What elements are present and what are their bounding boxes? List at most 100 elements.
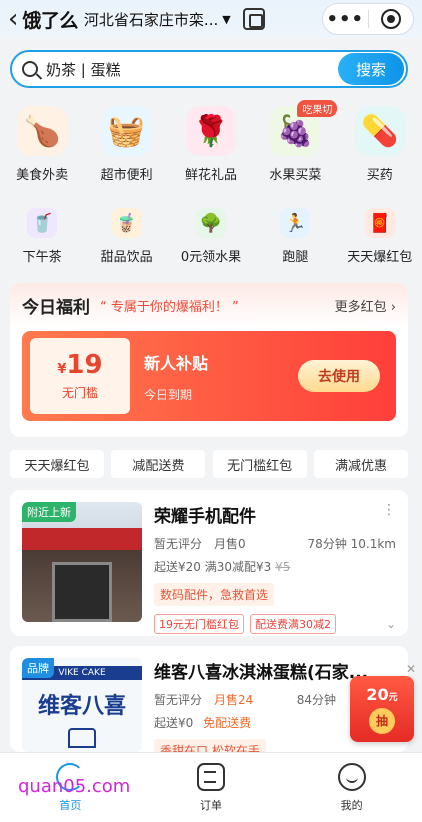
welfare-title: 今日福利 [22,297,90,318]
shop-delivery-fee: 免配送费 [203,716,252,730]
category-icon: 🏃 [280,208,311,238]
search-icon [22,61,38,77]
shop-card[interactable]: 附近上新 荣耀手机配件 ⋮ 暂无评分 月售0 78分钟 10.1km 起送¥20… [10,490,408,636]
filter-chips: 天天爆红包 减配送费 无门槛红包 满减优惠 [10,450,408,478]
shop-photo: 附近上新 [22,502,142,622]
shop-photo: 品牌 VIKE CAKE 维客八喜 [22,658,142,752]
category-label: 水果买菜 [269,168,322,183]
coupon-details: 新人补贴 今日到期 [144,350,208,403]
welfare-subtitle: “ 专属于你的爆福利！ ” [100,299,239,315]
caret-down-icon[interactable]: ▼ [222,13,230,26]
nav-label: 我的 [340,799,363,812]
watermark: quan05.com [18,776,131,797]
storefront-sign [22,528,142,550]
category-icon: 🌳 [195,208,226,238]
use-coupon-button[interactable]: 去使用 [298,360,380,392]
category-label: 天天爆红包 [347,250,413,265]
shop-rating: 暂无评分 [154,537,203,551]
category-label: 买药 [366,168,393,183]
filter-chip[interactable]: 天天爆红包 [10,450,104,478]
packet-unit: 元 [388,692,398,703]
shop-delivery-fee: 满30减配¥3 [204,560,272,574]
coupon-amount: 19 [66,349,103,380]
category-item[interactable]: 🧧 天天爆红包 [338,208,422,265]
category-icon: 🥤 [27,208,58,238]
category-icon: 🧺 [101,106,152,156]
category-icon: 🍗 [17,106,68,156]
mini-program-capsule: ••• [322,3,414,35]
order-icon [196,763,225,791]
close-miniapp-button[interactable] [368,9,413,29]
draw-button[interactable]: 抽 [369,707,395,734]
shop-min-order: 起送¥20 [154,560,201,574]
brand-logo-text: 维客八喜 [37,694,126,719]
close-icon[interactable]: ✕ [406,662,416,676]
coupon-name: 新人补贴 [144,353,209,373]
shop-min-order: 起送¥0 [154,716,194,730]
filter-chip[interactable]: 无门槛红包 [212,450,307,478]
search-input[interactable] [46,60,338,78]
category-item[interactable]: 🍇 吃果切 水果买菜 [253,100,338,183]
scan-icon[interactable] [242,8,265,30]
shop-sales: 月售0 [214,537,246,551]
packet-amount: 20 [366,684,389,704]
category-label: 下午茶 [22,250,62,265]
shop-tag: 附近上新 [22,502,76,522]
category-item[interactable]: 🧋 甜品饮品 [85,208,169,265]
shop-card[interactable]: 品牌 VIKE CAKE 维客八喜 维客八喜冰淇淋蛋糕(石家... 暂无评分 月… [10,646,408,762]
shop-promos: 19元无门槛红包 配送费满30减2 ⌄ [154,614,396,634]
shop-delivery-time: 84分钟 [296,693,336,707]
profile-icon [337,763,366,791]
category-grid-row1: 🍗 美食外卖 🧺 超市便利 🌹 鲜花礼品 🍇 吃果切 水果买菜 💊 买药 [0,100,422,183]
shop-sales: 月售24 [214,693,254,707]
category-label: 0元领水果 [180,250,242,265]
promo-tag: 配送费满30减2 [250,614,336,634]
category-item[interactable]: 🌹 鲜花礼品 [169,106,253,183]
coupon-condition: 无门槛 [61,385,98,400]
nav-orders[interactable]: 订单 [171,763,251,813]
shop-recommend-tag: 数码配件，急救首选 [154,583,275,606]
nav-profile[interactable]: 我的 [312,763,392,813]
welfare-header: 今日福利 “ 专属于你的爆福利！ ” 更多红包 › [10,283,408,327]
filter-chip[interactable]: 满减优惠 [313,450,408,478]
shop-info: 荣耀手机配件 ⋮ 暂无评分 月售0 78分钟 10.1km 起送¥20 满30减… [154,502,396,634]
filter-chip[interactable]: 减配送费 [111,450,206,478]
cake-icon [68,728,96,748]
category-icon: 🌹 [185,106,236,156]
category-item[interactable]: 💊 买药 [338,106,422,183]
category-grid-row2: 🥤 下午茶 🧋 甜品饮品 🌳 0元领水果 🏃 跑腿 🧧 天天爆红包 [0,208,422,265]
app-logo: 饿了么 [22,9,78,32]
search-bar: 搜索 [10,50,408,88]
more-red-packets-link[interactable]: 更多红包 › [335,296,396,315]
nav-label: 首页 [59,799,82,812]
category-label: 甜品饮品 [100,250,153,265]
shop-rating: 暂无评分 [154,693,203,707]
shop-more-icon[interactable]: ⋮ [382,502,396,518]
category-item[interactable]: 🧺 超市便利 [85,106,169,183]
address-selector[interactable]: 河北省石家庄市栾... [84,9,218,30]
category-item[interactable]: 🥤 下午茶 [0,208,84,265]
coupon-expiry: 今日到期 [144,387,193,402]
category-icon: 🧋 [111,208,142,238]
category-label: 美食外卖 [16,168,69,183]
search-button[interactable]: 搜索 [338,53,404,85]
more-icon[interactable]: ••• [323,9,368,30]
category-label: 鲜花礼品 [184,168,237,183]
category-label: 超市便利 [100,168,153,183]
category-icon: 💊 [354,106,405,156]
back-icon[interactable]: ‹ [8,6,18,32]
storefront-door [52,562,112,622]
promo-tag: 19元无门槛红包 [154,614,244,634]
new-user-coupon[interactable]: ¥19 无门槛 新人补贴 今日到期 去使用 [22,331,396,421]
floating-red-packet[interactable]: 20元 抽 [350,676,414,742]
nav-label: 订单 [199,799,222,812]
shop-name: 荣耀手机配件 [154,507,256,527]
chevron-down-icon[interactable]: ⌄ [386,617,396,631]
welfare-card: 今日福利 “ 专属于你的爆福利！ ” 更多红包 › ¥19 无门槛 新人补贴 今… [10,283,408,437]
category-item[interactable]: 🏃 跑腿 [253,208,337,265]
category-item[interactable]: 🍗 美食外卖 [0,106,84,183]
category-label: 跑腿 [282,250,309,265]
shop-tag: 品牌 [22,658,54,678]
category-badge: 吃果切 [297,100,338,117]
category-item[interactable]: 🌳 0元领水果 [169,208,253,265]
